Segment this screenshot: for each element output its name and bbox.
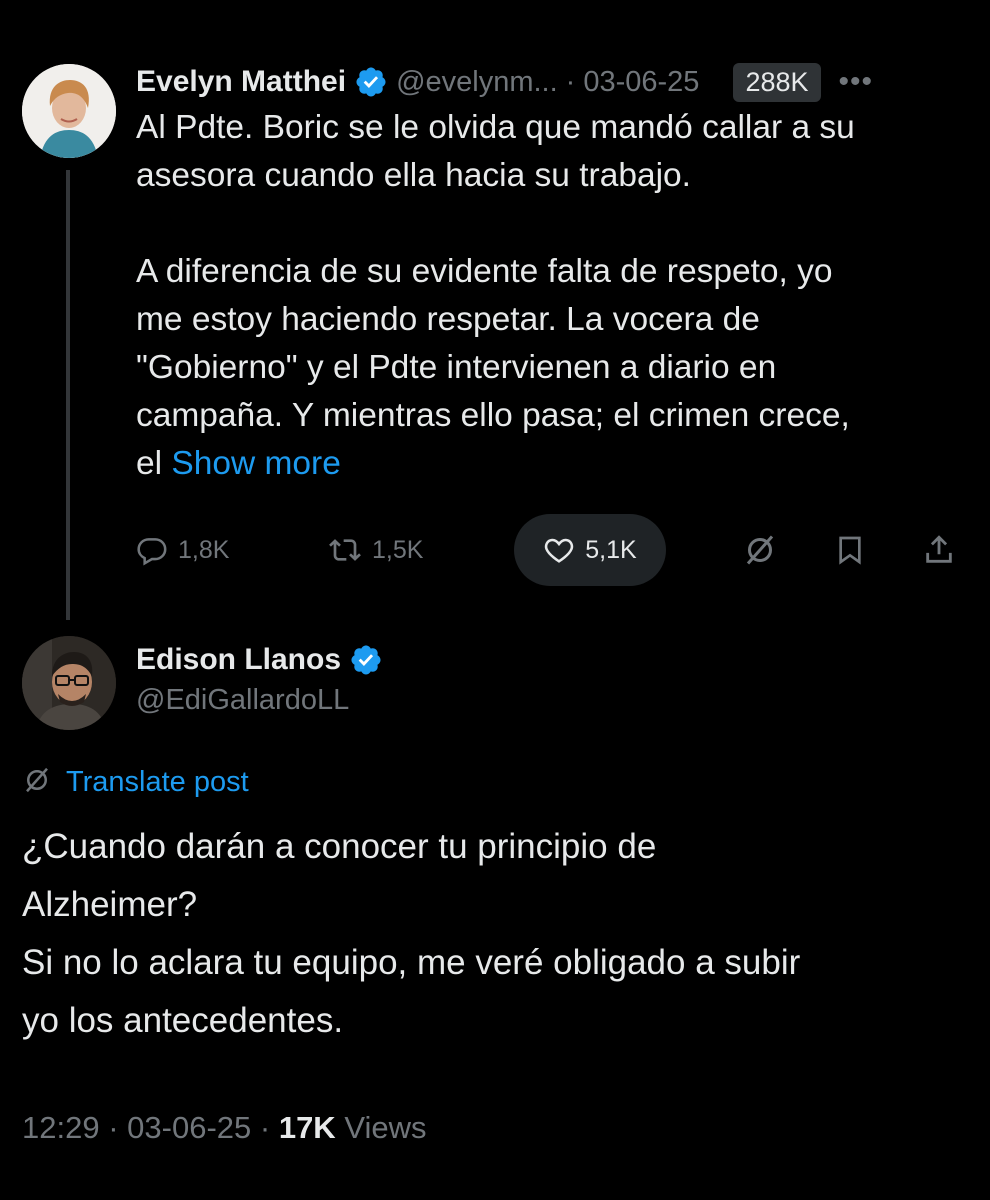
separator-dot: · — [565, 65, 576, 98]
retweet-icon — [328, 534, 362, 566]
reply-text-line: Si no lo aclara tu equipo, me veré oblig… — [22, 943, 801, 982]
share-icon — [922, 533, 956, 567]
bookmark-button[interactable] — [834, 514, 866, 586]
verified-badge-icon — [349, 643, 383, 677]
reply-icon — [136, 534, 168, 566]
reply-button[interactable]: 1,8K — [136, 514, 229, 586]
reply-text-line: Alzheimer? — [22, 885, 198, 924]
reply-meta-row: 12:29 · 03-06-25 · 17K Views — [22, 1110, 426, 1146]
post-text-prefix: el — [136, 445, 172, 482]
separator-dot: · — [259, 1110, 271, 1145]
verified-badge-icon — [354, 65, 388, 99]
post-time[interactable]: 12:29 — [22, 1110, 100, 1145]
bookmark-icon — [834, 533, 866, 567]
author-name[interactable]: Evelyn Matthei — [136, 65, 346, 99]
post-text-line: asesora cuando ella hacia su trabajo. — [136, 157, 691, 194]
retweet-button[interactable]: 1,5K — [328, 514, 423, 586]
translate-post-button[interactable]: Translate post — [22, 760, 249, 804]
translate-post-label: Translate post — [66, 765, 249, 798]
like-count: 5,1K — [585, 535, 637, 564]
reply-author-name[interactable]: Edison Llanos — [136, 643, 341, 677]
thread-connector-line — [66, 170, 70, 620]
grok-icon — [742, 532, 778, 568]
reply-header: Edison Llanos — [136, 638, 383, 682]
show-more-link[interactable]: Show more — [171, 445, 340, 482]
reply-post-text: ¿Cuando darán a conocer tu principio de … — [22, 818, 972, 1050]
author-handle[interactable]: @evelynm... — [396, 66, 558, 99]
reply-text-line: ¿Cuando darán a conocer tu principio de — [22, 827, 657, 866]
post-text-line: Al Pdte. Boric se le olvida que mandó ca… — [136, 109, 855, 146]
heart-icon — [543, 534, 575, 566]
post-text-line: "Gobierno" y el Pdte intervienen a diari… — [136, 349, 777, 386]
reply-text-line: yo los antecedentes. — [22, 1001, 344, 1040]
post-text-line: campaña. Y mientras ello pasa; el crimen… — [136, 397, 850, 434]
post-date[interactable]: 03-06-25 — [127, 1110, 251, 1145]
reply-author-handle[interactable]: @EdiGallardoLL — [136, 684, 349, 717]
post-text-line-last: el Show more — [136, 440, 966, 488]
views-badge: 288K — [733, 62, 821, 102]
post-text-line: me estoy haciendo respetar. La vocera de — [136, 301, 760, 338]
reply-count: 1,8K — [178, 535, 230, 564]
share-button[interactable] — [922, 514, 956, 586]
parent-post-text: Al Pdte. Boric se le olvida que mandó ca… — [136, 104, 966, 488]
views-count: 17K — [278, 1110, 336, 1145]
grok-icon — [22, 765, 52, 800]
separator-dot: · — [108, 1110, 119, 1145]
more-horizontal-icon[interactable]: ••• — [839, 65, 874, 99]
edison-avatar[interactable] — [22, 636, 116, 730]
post-actions-bar: 1,8K 1,5K 5,1K — [136, 514, 966, 586]
post-date[interactable]: 03-06-25 — [583, 66, 699, 99]
retweet-count: 1,5K — [372, 535, 424, 564]
like-button[interactable]: 5,1K — [514, 514, 666, 586]
post-text-line: A diferencia de su evidente falta de res… — [136, 253, 833, 290]
grok-button[interactable] — [742, 514, 778, 586]
views-label: Views — [344, 1110, 427, 1145]
evelyn-avatar[interactable] — [22, 64, 116, 158]
parent-post-header: Evelyn Matthei @evelynm... · 03-06-25 28… — [136, 60, 873, 104]
